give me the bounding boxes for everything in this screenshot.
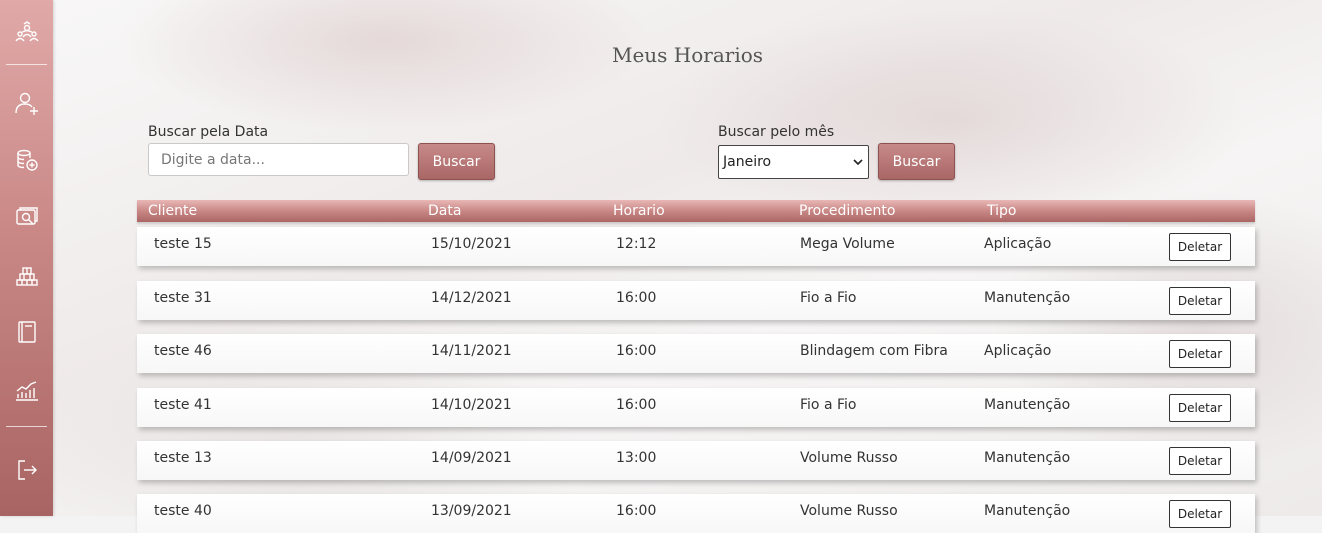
delete-button[interactable]: Deletar [1169, 287, 1231, 315]
delete-button[interactable]: Deletar [1169, 500, 1231, 528]
cell-tipo: Manutenção [984, 503, 1071, 519]
sidebar [0, 0, 53, 516]
chevron-down-icon [853, 159, 863, 166]
cell-horario: 16:00 [616, 343, 657, 359]
table-row: teste 13 14/09/2021 13:00 Volume Russo M… [137, 441, 1255, 480]
month-select[interactable]: Janeiro [718, 145, 869, 179]
cell-horario: 12:12 [616, 236, 657, 252]
table-row: teste 15 15/10/2021 12:12 Mega Volume Ap… [137, 227, 1255, 266]
cell-tipo: Aplicação [984, 236, 1052, 252]
cell-tipo: Manutenção [984, 397, 1071, 413]
cell-cliente: teste 46 [154, 343, 212, 359]
cell-cliente: teste 40 [154, 503, 212, 519]
cell-tipo: Manutenção [984, 290, 1071, 306]
cell-horario: 16:00 [616, 397, 657, 413]
cell-procedimento: Mega Volume [800, 236, 895, 252]
chart-icon[interactable] [0, 370, 53, 410]
cell-cliente: teste 31 [154, 290, 212, 306]
cell-data: 14/11/2021 [431, 343, 512, 359]
book-icon[interactable] [0, 312, 53, 352]
table-row: teste 31 14/12/2021 16:00 Fio a Fio Manu… [137, 281, 1255, 320]
search-money-icon[interactable] [0, 198, 53, 238]
header-data: Data [428, 203, 462, 219]
search-date-button[interactable]: Buscar [418, 143, 495, 180]
sidebar-divider [6, 64, 47, 65]
delete-button[interactable]: Deletar [1169, 394, 1231, 422]
cell-horario: 13:00 [616, 450, 657, 466]
table-row: teste 40 13/09/2021 16:00 Volume Russo M… [137, 494, 1255, 533]
table-row: teste 46 14/11/2021 16:00 Blindagem com … [137, 334, 1255, 373]
cell-data: 14/12/2021 [431, 290, 512, 306]
cell-cliente: teste 41 [154, 397, 212, 413]
page-title: Meus Horarios [611, 43, 764, 67]
cell-data: 14/09/2021 [431, 450, 512, 466]
search-month-label: Buscar pelo mês [718, 124, 835, 140]
table-header: Cliente Data Horario Procedimento Tipo [137, 200, 1255, 222]
sidebar-divider [6, 426, 47, 427]
header-horario: Horario [613, 203, 665, 219]
cell-data: 13/09/2021 [431, 503, 512, 519]
cell-horario: 16:00 [616, 290, 657, 306]
cell-procedimento: Fio a Fio [800, 397, 857, 413]
logout-icon[interactable] [0, 450, 53, 490]
month-select-value: Janeiro [723, 154, 772, 170]
header-tipo: Tipo [987, 203, 1017, 219]
search-date-input[interactable] [148, 143, 409, 176]
cell-data: 15/10/2021 [431, 236, 512, 252]
table-row: teste 41 14/10/2021 16:00 Fio a Fio Manu… [137, 388, 1255, 427]
cell-procedimento: Blindagem com Fibra [800, 343, 948, 359]
stack-icon[interactable] [0, 255, 53, 295]
delete-button[interactable]: Deletar [1169, 233, 1231, 261]
cell-procedimento: Volume Russo [800, 503, 898, 519]
cell-horario: 16:00 [616, 503, 657, 519]
header-procedimento: Procedimento [799, 203, 896, 219]
cell-tipo: Manutenção [984, 450, 1071, 466]
add-coins-icon[interactable] [0, 140, 53, 180]
cell-tipo: Aplicação [984, 343, 1052, 359]
cell-data: 14/10/2021 [431, 397, 512, 413]
cell-procedimento: Volume Russo [800, 450, 898, 466]
cell-procedimento: Fio a Fio [800, 290, 857, 306]
delete-button[interactable]: Deletar [1169, 447, 1231, 475]
cell-cliente: teste 13 [154, 450, 212, 466]
search-date-label: Buscar pela Data [148, 124, 269, 140]
header-cliente: Cliente [148, 203, 198, 219]
search-month-button[interactable]: Buscar [878, 143, 955, 180]
delete-button[interactable]: Deletar [1169, 340, 1231, 368]
users-group-icon[interactable] [0, 12, 53, 52]
add-user-icon[interactable] [0, 83, 53, 123]
cell-cliente: teste 15 [154, 236, 212, 252]
